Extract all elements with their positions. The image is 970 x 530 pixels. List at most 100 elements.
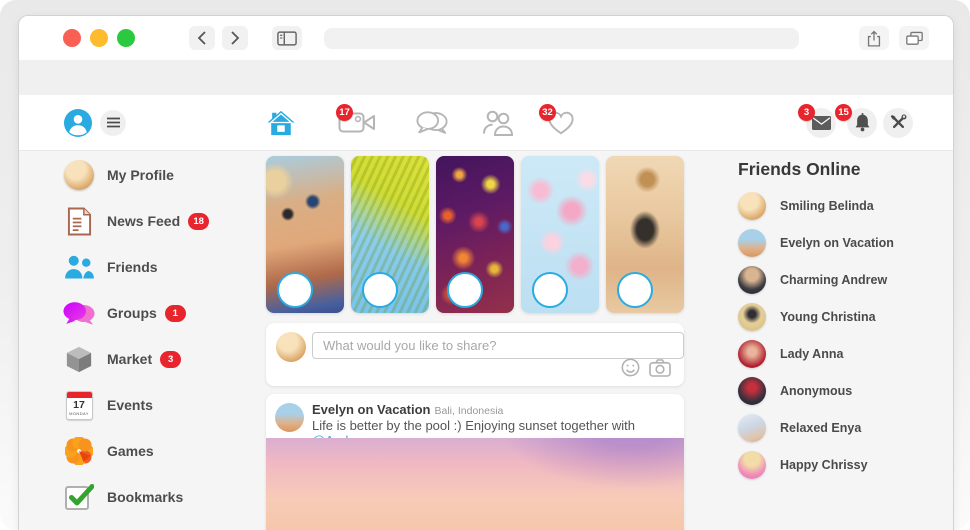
news-feed-icon [63, 205, 95, 237]
story-author-avatar [532, 272, 568, 308]
sidebar-item-label: Games [107, 443, 154, 459]
market-cube-icon [63, 343, 95, 375]
friend-name: Relaxed Enya [780, 421, 861, 435]
post-author-avatar[interactable] [275, 403, 304, 432]
emoji-button[interactable] [621, 358, 640, 377]
friend-item[interactable]: Anonymous [738, 377, 953, 405]
messages-button[interactable] [806, 95, 836, 150]
sidebar-item-my-profile[interactable]: My Profile [63, 159, 263, 191]
mockup-page: 17 32 3 15 [0, 0, 970, 530]
chevron-right-icon [230, 31, 240, 45]
friend-item[interactable]: Charming Andrew [738, 266, 953, 294]
story-author-avatar [447, 272, 483, 308]
menu-button[interactable] [100, 95, 126, 150]
friend-item[interactable]: Happy Chrissy [738, 451, 953, 479]
friends-online-title: Friends Online [738, 159, 953, 180]
sidebar-item-friends[interactable]: Friends [63, 251, 263, 283]
share-icon [867, 30, 881, 47]
camera-icon [649, 359, 671, 377]
post-location: Bali, Indonesia [435, 405, 504, 417]
share-button[interactable] [859, 26, 889, 50]
story-author-avatar [617, 272, 653, 308]
chat-bubbles-icon [416, 110, 448, 135]
friend-item[interactable]: Young Christina [738, 303, 953, 331]
friend-name: Happy Chrissy [780, 458, 868, 472]
friend-avatar [738, 266, 766, 294]
friends-icon [63, 251, 95, 283]
sidebar-item-events[interactable]: 17MONDAY Events [63, 389, 263, 421]
people-icon [482, 110, 514, 136]
sidebar-item-news-feed[interactable]: News Feed 18 [63, 205, 263, 237]
friend-avatar [738, 303, 766, 331]
browser-window: 17 32 3 15 [18, 15, 954, 530]
friend-name: Charming Andrew [780, 273, 887, 287]
sidebar-item-label: Friends [107, 259, 158, 275]
notifications-button[interactable] [847, 95, 877, 150]
news-feed: Evelyn on VacationBali, Indonesia Life i… [266, 156, 684, 530]
share-composer [266, 323, 684, 386]
sidebar-toggle-button[interactable] [272, 26, 302, 50]
app-header: 17 32 3 15 [19, 95, 953, 151]
likes-badge: 32 [539, 104, 556, 121]
sidebar-item-label: Groups [107, 305, 157, 321]
sidebar-item-market[interactable]: Market 3 [63, 343, 263, 375]
sidebar-item-label: Events [107, 397, 153, 413]
sidebar-item-label: Market [107, 351, 152, 367]
friend-avatar [738, 414, 766, 442]
video-badge: 17 [336, 104, 353, 121]
profile-photo-icon [63, 159, 95, 191]
friend-name: Lady Anna [780, 347, 843, 361]
sidebar-item-groups[interactable]: Groups 1 [63, 297, 263, 329]
sidebar-toggle-icon [277, 31, 297, 46]
friend-item[interactable]: Smiling Belinda [738, 192, 953, 220]
friend-item[interactable]: Relaxed Enya [738, 414, 953, 442]
story-card[interactable] [351, 156, 429, 313]
friend-item[interactable]: Evelyn on Vacation [738, 229, 953, 257]
settings-button[interactable] [883, 95, 913, 150]
tools-icon [883, 108, 913, 138]
url-bar[interactable] [324, 28, 799, 49]
sidebar-nav: My Profile News Feed 18 Friends [63, 159, 263, 527]
app-body: My Profile News Feed 18 Friends [19, 151, 953, 530]
forward-button[interactable] [222, 26, 248, 50]
profile-avatar-button[interactable] [64, 95, 92, 150]
groups-icon [63, 297, 95, 329]
chat-button[interactable] [416, 95, 448, 150]
user-avatar-icon [64, 109, 92, 137]
story-card[interactable] [266, 156, 344, 313]
minimize-button[interactable] [90, 29, 108, 47]
friend-avatar [738, 229, 766, 257]
chevron-left-icon [197, 31, 207, 45]
story-card[interactable] [521, 156, 599, 313]
attach-photo-button[interactable] [649, 359, 671, 377]
post-author-name: Evelyn on Vacation [312, 402, 431, 417]
traffic-lights [63, 29, 135, 47]
browser-toolbar [19, 16, 953, 60]
sidebar-item-label: News Feed [107, 213, 180, 229]
window-content-gap [19, 60, 953, 95]
friends-online-panel: Friends Online Smiling Belinda Evelyn on… [738, 151, 953, 488]
sidebar-item-games[interactable]: Games [63, 435, 263, 467]
share-input[interactable] [312, 332, 684, 359]
close-button[interactable] [63, 29, 81, 47]
friend-avatar [738, 340, 766, 368]
story-card[interactable] [436, 156, 514, 313]
friend-item[interactable]: Lady Anna [738, 340, 953, 368]
back-button[interactable] [189, 26, 215, 50]
tabs-icon [906, 31, 923, 46]
story-card[interactable] [606, 156, 684, 313]
messages-badge: 3 [798, 104, 815, 121]
story-author-avatar [362, 272, 398, 308]
notification-badge: 3 [160, 351, 181, 368]
home-button[interactable] [266, 95, 296, 150]
post-photo [266, 438, 684, 530]
tabs-button[interactable] [899, 26, 929, 50]
stories-carousel [266, 156, 684, 313]
likes-button[interactable] [547, 95, 575, 150]
friend-name: Evelyn on Vacation [780, 236, 894, 250]
sidebar-item-bookmarks[interactable]: Bookmarks [63, 481, 263, 513]
zoom-button[interactable] [117, 29, 135, 47]
sidebar-item-label: My Profile [107, 167, 174, 183]
friends-button[interactable] [482, 95, 514, 150]
composer-avatar [276, 332, 306, 362]
